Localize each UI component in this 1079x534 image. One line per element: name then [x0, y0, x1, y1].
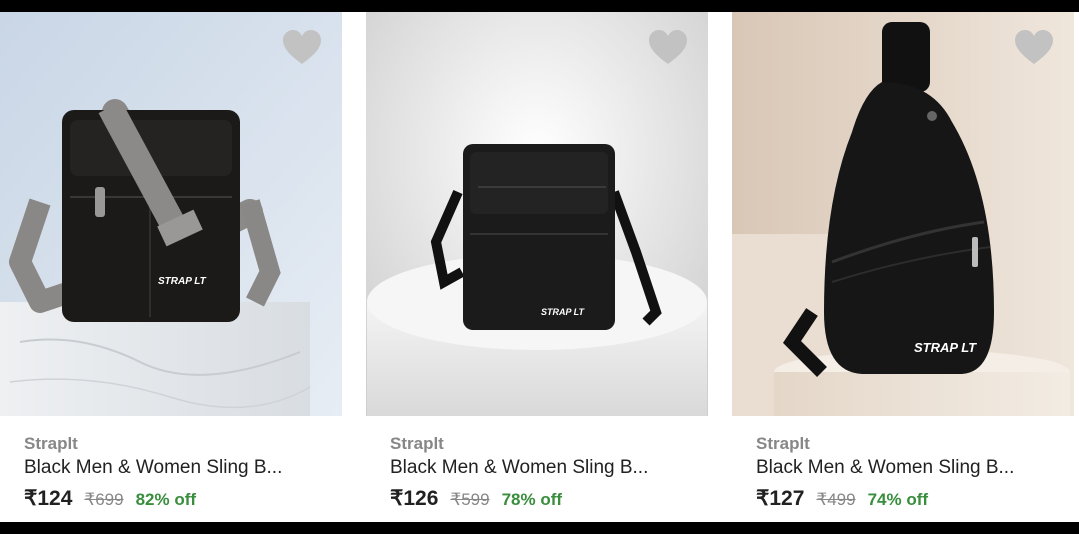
bottom-edge [0, 522, 1079, 534]
bag-logo-text: STRAP LT [158, 276, 207, 287]
product-image[interactable]: STRAP LT [0, 12, 342, 416]
original-price: ₹499 [816, 490, 856, 509]
wishlist-heart-icon[interactable] [1014, 30, 1054, 66]
product-image[interactable]: STRAP LT [732, 12, 1074, 416]
product-image[interactable]: STRAP LT [366, 12, 708, 416]
product-info: Straplt Black Men & Women Sling B... ₹12… [24, 434, 332, 511]
wishlist-heart-icon[interactable] [648, 30, 688, 66]
original-price: ₹699 [84, 490, 124, 509]
discount-label: 78% off [501, 490, 563, 509]
product-title[interactable]: Black Men & Women Sling B... [756, 456, 1064, 480]
bag-logo-text: STRAP LT [541, 307, 585, 317]
wishlist-heart-icon[interactable] [282, 30, 322, 66]
product-info: Straplt Black Men & Women Sling B... ₹12… [390, 434, 698, 511]
product-grid: STRAP LT Straplt Black Men & Women Sling… [0, 12, 1079, 522]
product-card[interactable]: STRAP LT Straplt Black Men & Women Sling… [0, 12, 342, 522]
price-row: ₹124 ₹699 82% off [24, 486, 332, 511]
product-brand: Straplt [390, 434, 444, 453]
price-row: ₹126 ₹599 78% off [390, 486, 698, 511]
price-row: ₹127 ₹499 74% off [756, 486, 1064, 511]
product-info: Straplt Black Men & Women Sling B... ₹12… [756, 434, 1064, 511]
product-title[interactable]: Black Men & Women Sling B... [24, 456, 332, 480]
selling-price: ₹124 [24, 487, 73, 510]
bag-logo-text: STRAP LT [914, 340, 977, 355]
product-brand: Straplt [756, 434, 810, 453]
product-card[interactable]: STRAP LT Straplt Black Men & Women Sling… [732, 12, 1074, 522]
discount-label: 82% off [135, 490, 197, 509]
discount-label: 74% off [867, 490, 929, 509]
product-title[interactable]: Black Men & Women Sling B... [390, 456, 698, 480]
original-price: ₹599 [450, 490, 490, 509]
selling-price: ₹126 [390, 487, 439, 510]
product-card[interactable]: STRAP LT Straplt Black Men & Women Sling… [366, 12, 708, 522]
selling-price: ₹127 [756, 487, 805, 510]
product-brand: Straplt [24, 434, 78, 453]
